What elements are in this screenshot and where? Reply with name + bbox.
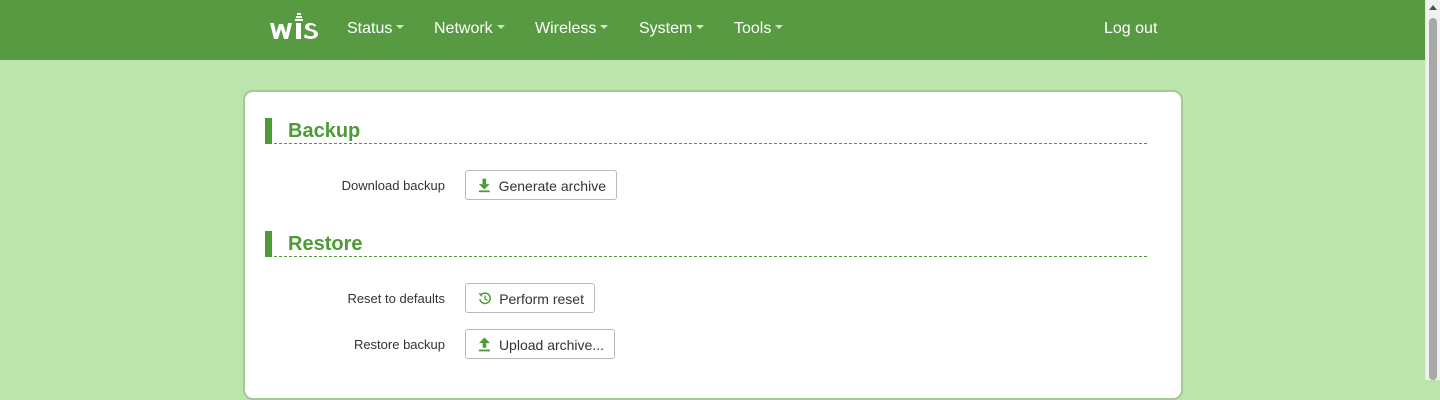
upload-archive-button[interactable]: Upload archive... (465, 329, 615, 359)
nav-tools-menu[interactable]: Tools (734, 19, 784, 39)
perform-reset-label: Perform reset (499, 291, 584, 307)
nav-wireless-menu[interactable]: Wireless (535, 19, 609, 39)
nav-status-label: Status (347, 20, 393, 37)
top-navbar: Status Network Wireless System Tools Log… (0, 0, 1425, 60)
backup-section-header: Backup (265, 118, 1147, 144)
nav-network-label: Network (434, 20, 493, 37)
restore-section-header: Restore (265, 231, 1147, 257)
upload-archive-label: Upload archive... (498, 337, 604, 353)
generate-archive-label: Generate archive (498, 178, 606, 194)
vertical-scrollbar[interactable] (1425, 0, 1440, 380)
backup-section-title: Backup (288, 120, 361, 142)
download-arrow-icon (478, 178, 490, 193)
backup-restore-card: Backup Download backup Generate archive … (243, 90, 1183, 400)
section-divider (274, 256, 1147, 257)
nav-tools-label: Tools (734, 20, 772, 37)
restore-backup-label: Restore backup (353, 337, 445, 352)
caret-down-icon (496, 24, 505, 29)
restore-section-title: Restore (288, 233, 363, 255)
upload-arrow-icon (478, 337, 491, 352)
section-accent-bar (265, 231, 272, 257)
section-divider (274, 143, 1147, 144)
generate-archive-button[interactable]: Generate archive (465, 170, 617, 200)
caret-down-icon (775, 24, 784, 29)
reset-to-defaults-label: Reset to defaults (347, 291, 445, 306)
wis-logo[interactable] (268, 11, 320, 45)
nav-system-menu[interactable]: System (639, 19, 705, 39)
nav-system-label: System (639, 20, 693, 37)
download-backup-label: Download backup (341, 178, 445, 193)
caret-down-icon (396, 24, 405, 29)
perform-reset-button[interactable]: Perform reset (465, 283, 595, 313)
section-accent-bar (265, 118, 272, 144)
history-icon (478, 292, 491, 305)
scroll-up-arrow-icon[interactable] (1429, 5, 1437, 10)
caret-down-icon (696, 24, 705, 29)
scrollbar-thumb[interactable] (1429, 18, 1437, 380)
nav-status-menu[interactable]: Status (347, 19, 405, 39)
nav-network-menu[interactable]: Network (434, 19, 505, 39)
logout-link[interactable]: Log out (1104, 19, 1157, 39)
nav-wireless-label: Wireless (535, 20, 597, 37)
caret-down-icon (600, 24, 609, 29)
